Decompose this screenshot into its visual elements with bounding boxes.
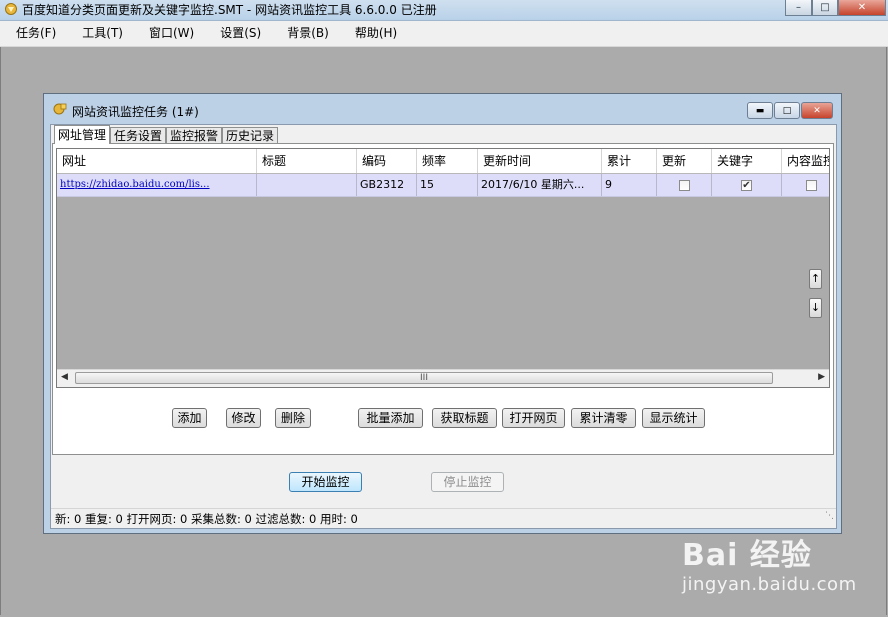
row-encoding[interactable]: GB2312 bbox=[357, 174, 417, 196]
start-monitor-button[interactable]: 开始监控 bbox=[289, 472, 362, 492]
row-url[interactable]: https://zhidao.baidu.com/lis... bbox=[57, 174, 257, 196]
tab-monitor-alarm[interactable]: 监控报警 bbox=[166, 127, 223, 144]
arrow-down-icon: ↓ bbox=[810, 301, 821, 314]
open-page-button[interactable]: 打开网页 bbox=[502, 408, 565, 428]
row-total[interactable]: 9 bbox=[602, 174, 657, 196]
update-checkbox[interactable] bbox=[678, 179, 690, 191]
keyword-checkbox[interactable]: ✔ bbox=[741, 179, 752, 191]
col-title[interactable]: 标题 bbox=[257, 149, 357, 173]
tab-url-management[interactable]: 网址管理 bbox=[54, 125, 111, 144]
watermark-logo: Bai 经验 bbox=[682, 538, 812, 573]
row-update-cell bbox=[657, 174, 712, 196]
row-update-time[interactable]: 2017/6/10 星期六... bbox=[478, 174, 602, 196]
col-total[interactable]: 累计 bbox=[602, 149, 657, 173]
col-keyword[interactable]: 关键字 bbox=[712, 149, 782, 173]
menu-bar: 任务(F) 工具(T) 窗口(W) 设置(S) 背景(B) 帮助(H) bbox=[0, 21, 888, 47]
stop-monitor-button[interactable]: 停止监控 bbox=[431, 472, 504, 492]
add-button[interactable]: 添加 bbox=[172, 408, 207, 428]
menu-help[interactable]: 帮助(H) bbox=[338, 21, 406, 46]
row-content-cell bbox=[782, 174, 829, 196]
col-encoding[interactable]: 编码 bbox=[357, 149, 417, 173]
url-grid[interactable]: 网址 标题 编码 频率 更新时间 累计 更新 关键字 内容监控 https://… bbox=[56, 148, 830, 388]
monitor-task-window: 网站资讯监控任务 (1#) ▬ □ ✕ 网址管理 任务设置 监控报警 历史记录 … bbox=[43, 93, 842, 534]
col-frequency[interactable]: 频率 bbox=[417, 149, 478, 173]
menu-task[interactable]: 任务(F) bbox=[0, 21, 65, 46]
delete-button[interactable]: 删除 bbox=[275, 408, 311, 428]
reset-total-button[interactable]: 累计清零 bbox=[571, 408, 636, 428]
move-down-button[interactable]: ↓ bbox=[809, 298, 822, 318]
col-content-monitor[interactable]: 内容监控 bbox=[782, 149, 829, 173]
horizontal-scrollbar[interactable]: ◀ III ▶ bbox=[57, 369, 829, 387]
task-window-icon bbox=[53, 103, 67, 115]
row-frequency[interactable]: 15 bbox=[417, 174, 478, 196]
status-text: 新: 0 重复: 0 打开网页: 0 采集总数: 0 过滤总数: 0 用时: 0 bbox=[55, 512, 358, 526]
batch-add-button[interactable]: 批量添加 bbox=[358, 408, 423, 428]
window-controls: – □ ✕ bbox=[785, 0, 886, 16]
maximize-icon[interactable]: □ bbox=[812, 0, 838, 16]
app-title-bar: 百度知道分类页面更新及关键字监控.SMT - 网站资讯监控工具 6.6.0.0 … bbox=[0, 0, 888, 21]
move-up-button[interactable]: ↑ bbox=[809, 269, 822, 289]
app-title: 百度知道分类页面更新及关键字监控.SMT - 网站资讯监控工具 6.6.0.0 … bbox=[22, 3, 437, 17]
child-minimize-icon[interactable]: ▬ bbox=[747, 102, 773, 119]
scroll-thumb[interactable]: III bbox=[75, 372, 773, 384]
row-keyword-cell: ✔ bbox=[712, 174, 782, 196]
arrow-up-icon: ↑ bbox=[810, 272, 821, 285]
tab-strip: 网址管理 任务设置 监控报警 历史记录 bbox=[54, 125, 279, 144]
menu-settings[interactable]: 设置(S) bbox=[203, 21, 270, 46]
task-window-title: 网站资讯监控任务 (1#) bbox=[72, 105, 199, 119]
row-title[interactable] bbox=[257, 174, 357, 196]
scroll-grip: III bbox=[420, 373, 428, 383]
table-row[interactable]: https://zhidao.baidu.com/lis... GB2312 1… bbox=[57, 174, 829, 197]
get-title-button[interactable]: 获取标题 bbox=[432, 408, 497, 428]
scroll-left-icon[interactable]: ◀ bbox=[61, 372, 68, 382]
grid-header: 网址 标题 编码 频率 更新时间 累计 更新 关键字 内容监控 bbox=[57, 149, 829, 174]
url-management-panel: 网址 标题 编码 频率 更新时间 累计 更新 关键字 内容监控 https://… bbox=[52, 143, 834, 455]
child-maximize-icon[interactable]: □ bbox=[774, 102, 800, 119]
close-icon[interactable]: ✕ bbox=[838, 0, 886, 16]
edit-button[interactable]: 修改 bbox=[226, 408, 261, 428]
child-window-controls: ▬ □ ✕ bbox=[747, 102, 833, 119]
menu-tools[interactable]: 工具(T) bbox=[65, 21, 132, 46]
tab-task-settings[interactable]: 任务设置 bbox=[110, 127, 167, 144]
task-window-body: 网址管理 任务设置 监控报警 历史记录 网址 标题 编码 频率 更新时间 累计 … bbox=[50, 124, 837, 529]
minimize-icon[interactable]: – bbox=[785, 0, 812, 16]
app-icon bbox=[5, 3, 17, 15]
show-stats-button[interactable]: 显示统计 bbox=[642, 408, 705, 428]
menu-window[interactable]: 窗口(W) bbox=[132, 21, 203, 46]
content-monitor-checkbox[interactable] bbox=[806, 179, 817, 191]
tab-history[interactable]: 历史记录 bbox=[222, 127, 279, 144]
baidu-jingyan-watermark: Bai 经验 jingyan.baidu.com bbox=[650, 520, 880, 615]
scroll-right-icon[interactable]: ▶ bbox=[818, 372, 825, 382]
col-update[interactable]: 更新 bbox=[657, 149, 712, 173]
watermark-url: jingyan.baidu.com bbox=[682, 574, 857, 595]
child-close-icon[interactable]: ✕ bbox=[801, 102, 833, 119]
col-url[interactable]: 网址 bbox=[57, 149, 257, 173]
menu-background[interactable]: 背景(B) bbox=[270, 21, 338, 46]
col-update-time[interactable]: 更新时间 bbox=[478, 149, 602, 173]
